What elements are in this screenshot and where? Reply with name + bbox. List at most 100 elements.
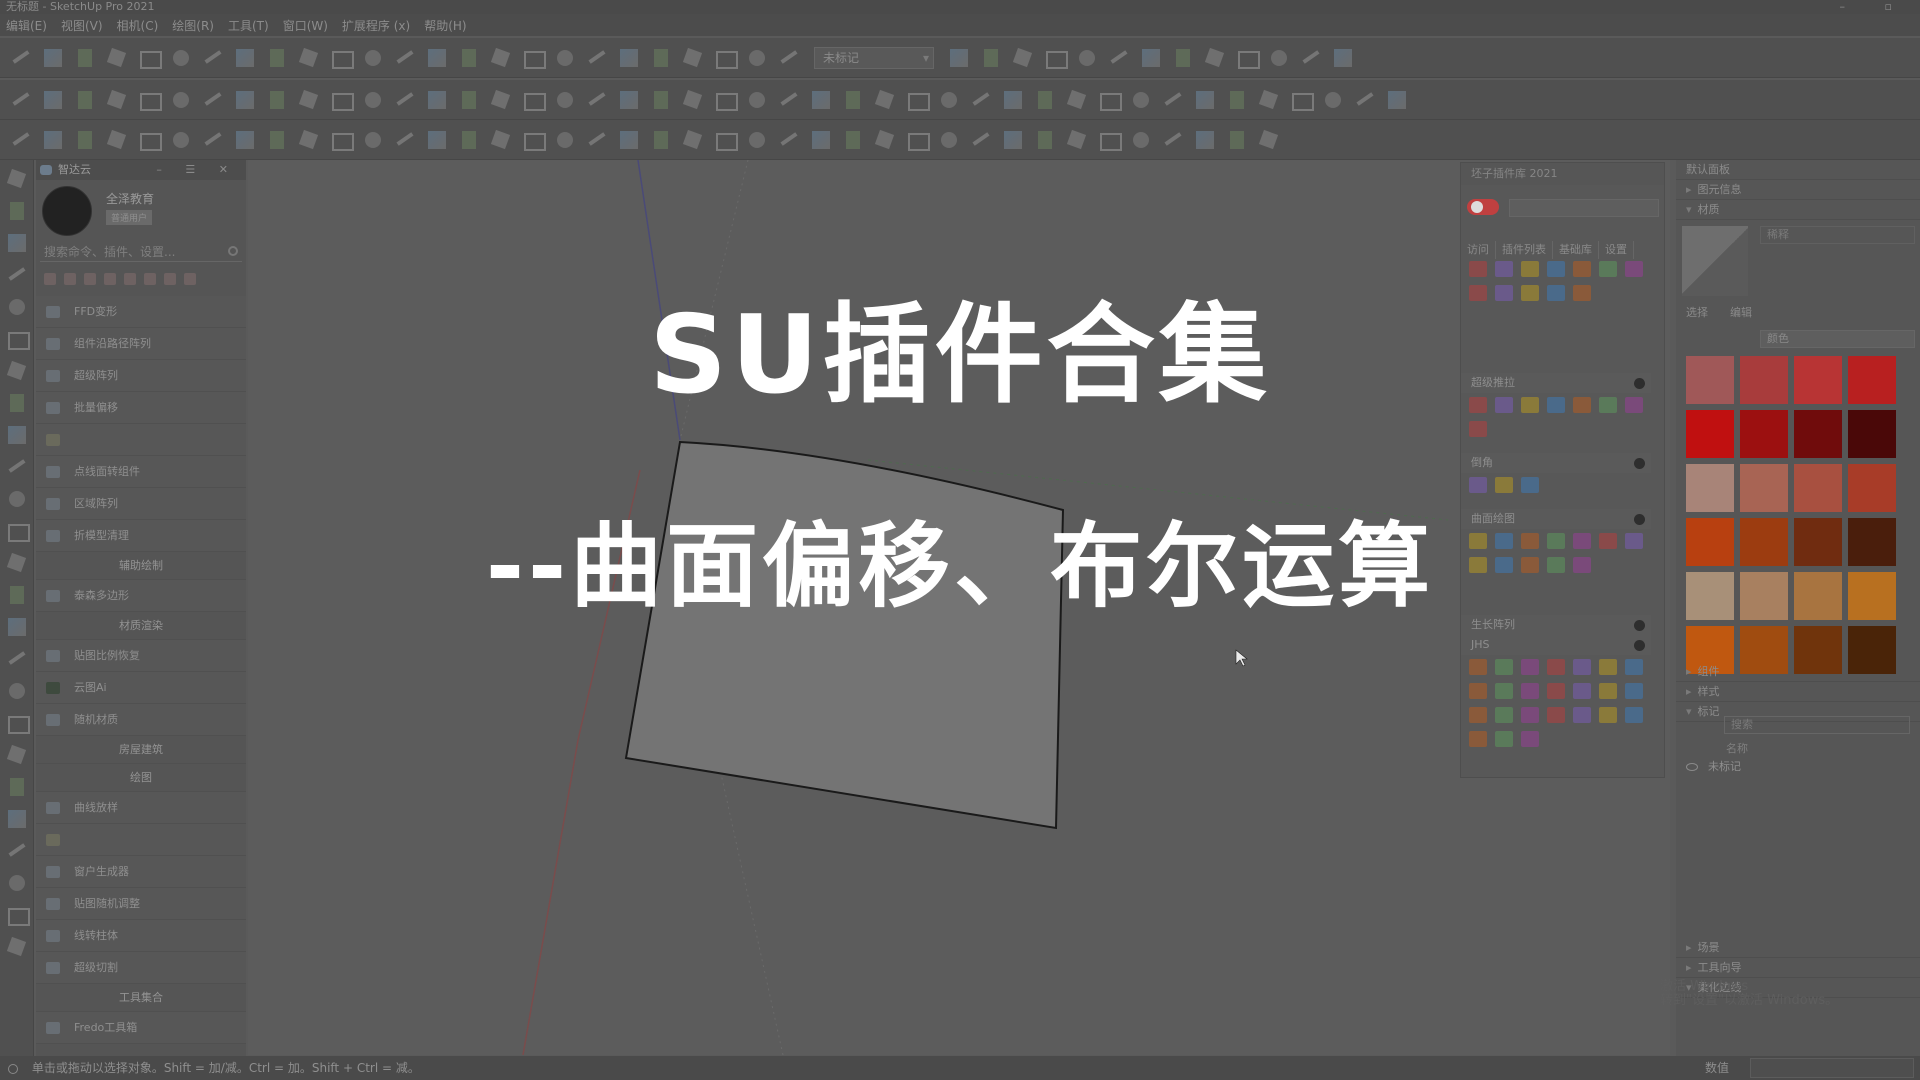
tool-icon[interactable]: [1106, 45, 1132, 71]
tool-icon[interactable]: [1074, 45, 1100, 71]
plugin-item[interactable]: 曲线放样: [36, 792, 246, 824]
tool-icon[interactable]: [136, 127, 162, 153]
tool-icon[interactable]: [1000, 127, 1026, 153]
plugin-icon[interactable]: [1599, 707, 1617, 723]
tool-icon[interactable]: [520, 87, 546, 113]
tool-icon[interactable]: [648, 87, 674, 113]
plugin-item[interactable]: 点线面转组件: [36, 456, 246, 488]
tool-icon[interactable]: [1202, 45, 1228, 71]
tool-icon[interactable]: [1330, 45, 1356, 71]
tool-icon[interactable]: [1064, 87, 1090, 113]
tool-icon[interactable]: [776, 127, 802, 153]
tool-icon[interactable]: [978, 45, 1004, 71]
tool-icon[interactable]: [168, 127, 194, 153]
tool-icon[interactable]: [648, 45, 674, 71]
tool-icon[interactable]: [1160, 127, 1186, 153]
plugin-icon[interactable]: [1469, 659, 1487, 675]
tool-icon[interactable]: [8, 45, 34, 71]
tool-icon[interactable]: [1256, 127, 1282, 153]
tool-icon[interactable]: [296, 87, 322, 113]
library-tab[interactable]: 访问: [1461, 241, 1496, 259]
tool-icon[interactable]: [104, 127, 130, 153]
tool-icon[interactable]: [424, 127, 450, 153]
tool-icon[interactable]: [520, 127, 546, 153]
tool-icon[interactable]: [40, 127, 66, 153]
menu-item[interactable]: 窗口(W): [283, 17, 328, 34]
tool-icon[interactable]: [72, 45, 98, 71]
components-row[interactable]: ▸ 组件: [1676, 662, 1920, 682]
tool-icon[interactable]: [392, 45, 418, 71]
menu-item[interactable]: 编辑(E): [6, 17, 47, 34]
tool-icon[interactable]: [584, 127, 610, 153]
tool-icon[interactable]: [200, 127, 226, 153]
tool-icon[interactable]: [968, 127, 994, 153]
tool-icon[interactable]: [456, 127, 482, 153]
instructor-row[interactable]: ▸ 工具向导: [1676, 958, 1920, 978]
tool-icon[interactable]: [4, 422, 30, 448]
tool-icon[interactable]: [1384, 87, 1410, 113]
plugin-icon[interactable]: [1599, 683, 1617, 699]
tool-icon[interactable]: [584, 45, 610, 71]
tool-icon[interactable]: [4, 870, 30, 896]
plugin-icon[interactable]: [1547, 683, 1565, 699]
plugin-item[interactable]: 窗户生成器: [36, 856, 246, 888]
plugin-icon[interactable]: [1573, 659, 1591, 675]
tool-icon[interactable]: [712, 87, 738, 113]
tool-icon[interactable]: [712, 45, 738, 71]
tool-icon[interactable]: [4, 166, 30, 192]
tool-icon[interactable]: [8, 87, 34, 113]
window-controls[interactable]: – ▫: [1840, 0, 1910, 14]
enable-toggle[interactable]: [1467, 199, 1499, 215]
tool-icon[interactable]: [1170, 45, 1196, 71]
tool-icon[interactable]: [72, 87, 98, 113]
plugin-item[interactable]: [36, 424, 246, 456]
tool-icon[interactable]: [456, 87, 482, 113]
tool-icon[interactable]: [616, 45, 642, 71]
tool-icon[interactable]: [648, 127, 674, 153]
tool-icon[interactable]: [1192, 127, 1218, 153]
command-search-input[interactable]: 搜索命令、插件、设置...: [40, 242, 242, 262]
tool-icon[interactable]: [936, 87, 962, 113]
library-section[interactable]: 倒角: [1461, 453, 1651, 473]
tool-icon[interactable]: [488, 87, 514, 113]
tool-icon[interactable]: [776, 45, 802, 71]
tool-icon[interactable]: [40, 45, 66, 71]
tool-icon[interactable]: [328, 87, 354, 113]
tool-icon[interactable]: [520, 45, 546, 71]
tool-icon[interactable]: [1192, 87, 1218, 113]
tool-icon[interactable]: [968, 87, 994, 113]
tool-icon[interactable]: [1032, 87, 1058, 113]
library-section[interactable]: JHS: [1461, 635, 1651, 655]
plugin-icon[interactable]: [1521, 707, 1539, 723]
tool-icon[interactable]: [1352, 87, 1378, 113]
tool-icon[interactable]: [1010, 45, 1036, 71]
tool-icon[interactable]: [4, 934, 30, 960]
tool-icon[interactable]: [168, 45, 194, 71]
tool-icon[interactable]: [4, 454, 30, 480]
tool-icon[interactable]: [1138, 45, 1164, 71]
search-icon[interactable]: [228, 246, 238, 256]
plugin-icon[interactable]: [1547, 659, 1565, 675]
tool-icon[interactable]: [1234, 45, 1260, 71]
plugin-icon[interactable]: [1495, 707, 1513, 723]
plugin-icon[interactable]: [1469, 731, 1487, 747]
tool-icon[interactable]: [1224, 87, 1250, 113]
tool-icon[interactable]: [40, 87, 66, 113]
tool-icon[interactable]: [1298, 45, 1324, 71]
measurements-input[interactable]: [1750, 1058, 1914, 1078]
menu-item[interactable]: 工具(T): [228, 17, 269, 34]
avatar[interactable]: [42, 186, 92, 236]
plugin-search-input[interactable]: [1509, 199, 1659, 217]
tool-icon[interactable]: [264, 45, 290, 71]
tool-icon[interactable]: [1320, 87, 1346, 113]
tool-icon[interactable]: [840, 127, 866, 153]
tool-icon[interactable]: [1032, 127, 1058, 153]
tool-icon[interactable]: [872, 87, 898, 113]
plugin-icon[interactable]: [1573, 683, 1591, 699]
tool-icon[interactable]: [1288, 87, 1314, 113]
tool-icon[interactable]: [936, 127, 962, 153]
tool-icon[interactable]: [552, 45, 578, 71]
plugin-item[interactable]: 线转柱体: [36, 920, 246, 952]
tool-icon[interactable]: [1096, 127, 1122, 153]
tool-icon[interactable]: [360, 87, 386, 113]
